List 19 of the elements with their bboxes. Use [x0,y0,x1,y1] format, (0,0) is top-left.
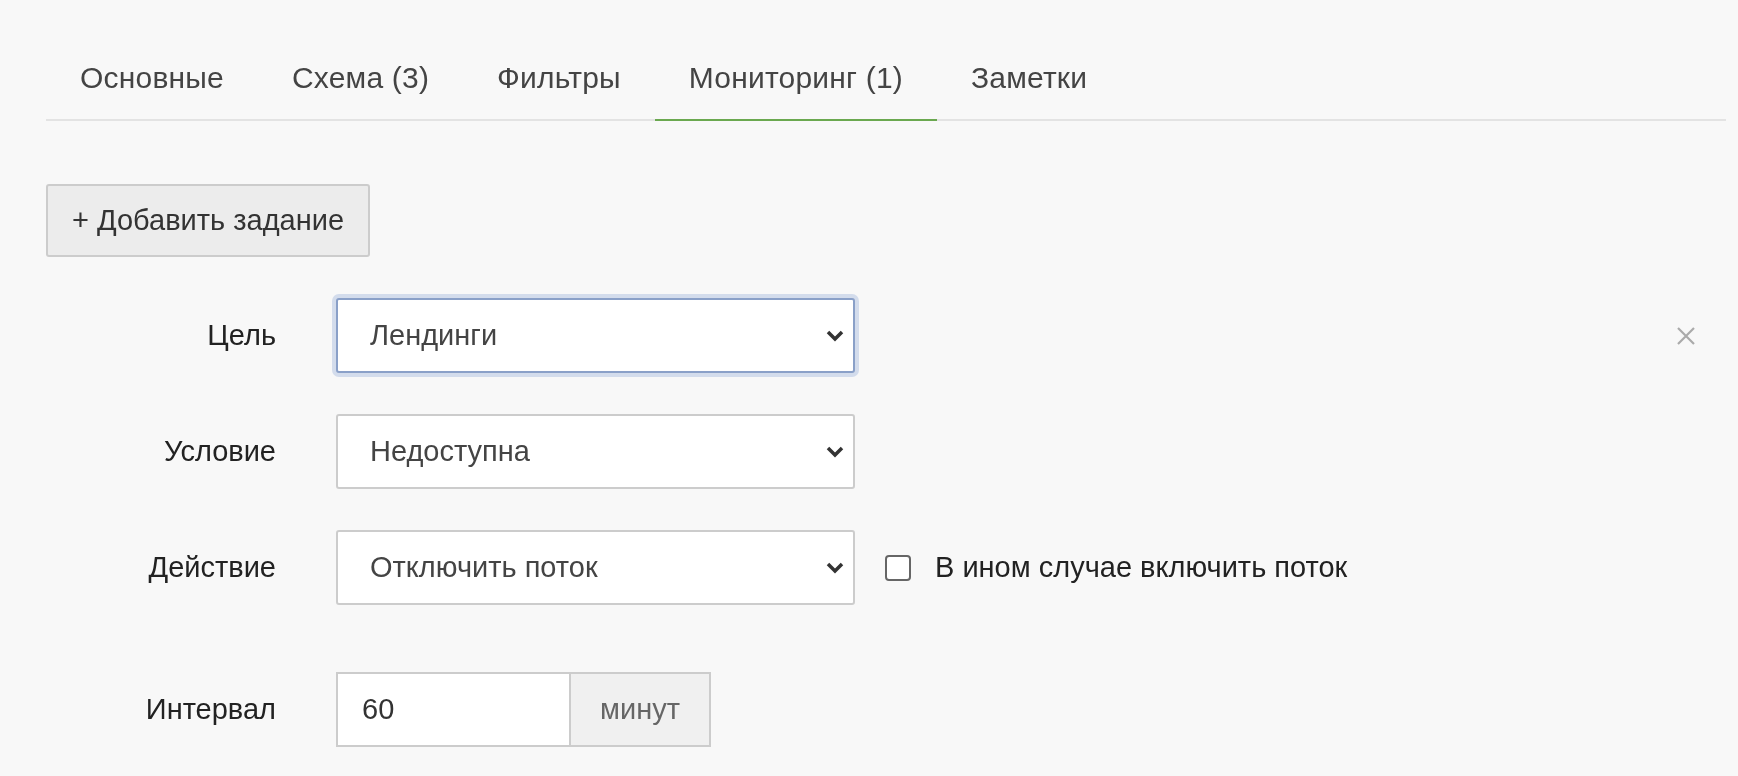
tab[interactable]: Схема (3) [257,38,464,121]
select-field[interactable]: Недоступна [336,414,855,489]
chevron-down-icon [825,328,845,343]
field-label: Условие [162,435,276,468]
tab[interactable]: Фильтры [463,38,655,121]
field-label: Интервал [144,693,276,726]
field-label: Цель [206,319,276,352]
field-label: Действие [147,551,276,584]
interval-input[interactable]: 60 [336,672,569,747]
tab[interactable]: Основные [46,38,258,121]
select-field[interactable]: Отключить поток [336,530,855,605]
chevron-down-icon [825,560,845,575]
add-task-button[interactable]: + Добавить задание [46,184,371,257]
tab[interactable]: Заметки [937,38,1122,121]
tab[interactable]: Мониторинг (1) [654,38,937,121]
checkbox-label: В ином случае включить поток [935,551,1348,584]
chevron-down-icon [825,444,845,459]
checkbox[interactable] [885,554,911,581]
unit-addon: минут [569,672,711,747]
